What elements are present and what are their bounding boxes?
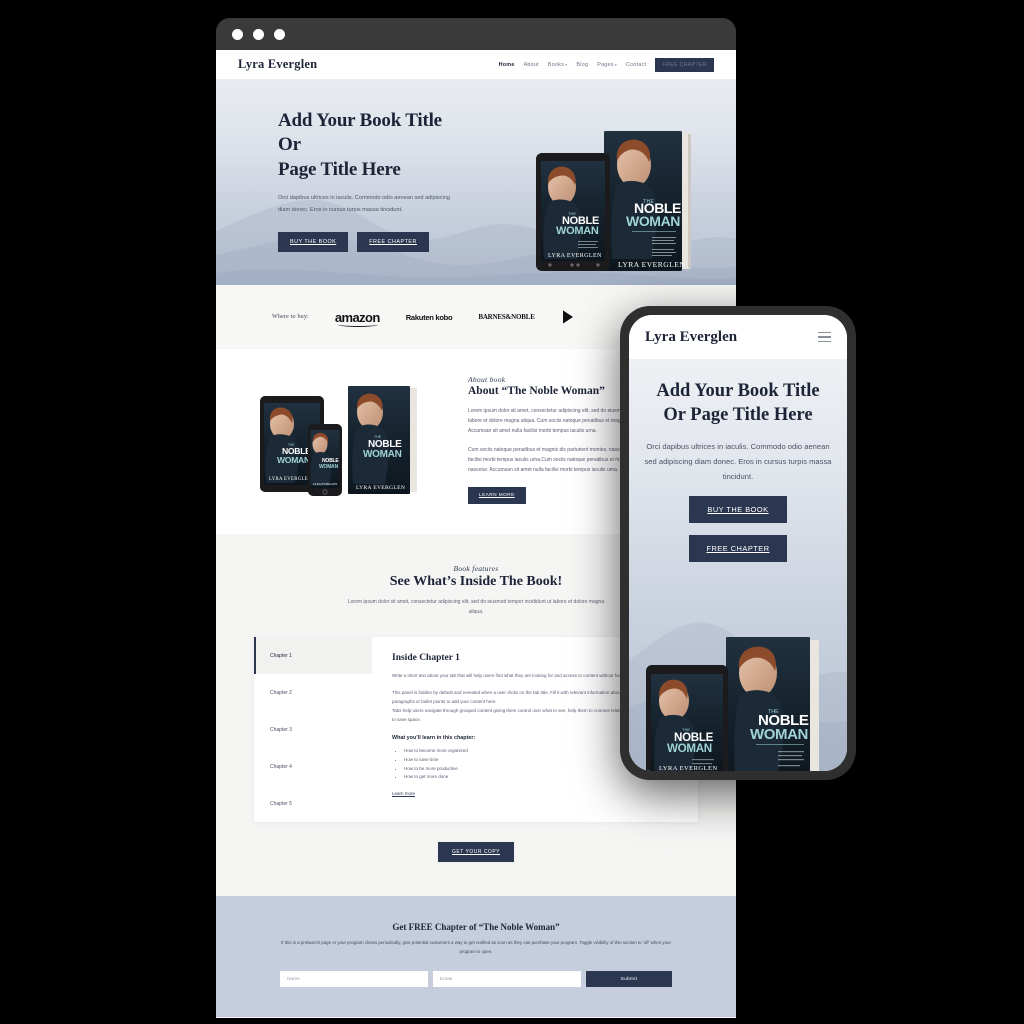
name-input[interactable]	[280, 971, 428, 988]
features-subtitle: Lorem ipsum dolor sit amet, consectetur …	[347, 599, 605, 615]
free-chapter-button[interactable]: FREE CHAPTER	[357, 232, 429, 253]
svg-text:LYRA EVERGLEN: LYRA EVERGLEN	[548, 253, 602, 259]
svg-text:LYRA EVERGLEN: LYRA EVERGLEN	[356, 485, 405, 491]
chapter-tab-1[interactable]: Chapter 1	[254, 637, 372, 674]
submit-button[interactable]: Submit	[586, 971, 672, 988]
testimonials-section: Testimonials What Readers Say	[216, 1017, 736, 1018]
rakuten-kobo-logo[interactable]: Rakuten kobo	[406, 313, 453, 322]
svg-text:LYRA EVERGLEN: LYRA EVERGLEN	[659, 765, 718, 771]
amazon-logo[interactable]: amazon	[335, 310, 380, 327]
chapter-tab-5[interactable]: Chapter 5	[254, 785, 372, 822]
free-chapter-signup-section: Get FREE Chapter of “The Noble Woman” If…	[216, 896, 736, 1018]
nav-item-books[interactable]: Books▾	[548, 62, 568, 68]
chevron-down-icon: ▾	[565, 61, 568, 67]
signup-paragraph: If this is a prelaunch page or your prog…	[281, 940, 671, 954]
hero-title: Add Your Book Title Or Page Title Here	[278, 110, 442, 180]
signup-form: Submit	[280, 971, 672, 988]
where-to-buy-label: Where to buy:	[272, 314, 309, 320]
window-minimize-dot[interactable]	[253, 28, 264, 40]
mobile-buy-the-book-button[interactable]: BUY THE BOOK	[689, 496, 787, 524]
nav-item-blog[interactable]: Blog	[576, 62, 588, 68]
mobile-viewport: Lyra Everglen Add Your Book Title Or Page…	[629, 315, 847, 771]
mobile-phone-mockup: Lyra Everglen Add Your Book Title Or Page…	[620, 306, 856, 780]
google-play-logo[interactable]	[561, 309, 577, 325]
barnes-noble-logo[interactable]: BARNES&NOBLE	[478, 313, 535, 321]
nav-item-home[interactable]: Home	[499, 62, 515, 68]
hero-subtitle: Orci dapibus ultrices in iaculis. Commod…	[278, 194, 450, 213]
about-book-mockup-image: THE NOBLE WOMAN LYRA EVERGLEN THE NOBLE …	[260, 385, 417, 496]
mobile-hero-content: Add Your Book Title Or Page Title Here Or…	[629, 359, 847, 563]
svg-text:LYRA EVERGLEN: LYRA EVERGLEN	[618, 260, 685, 269]
svg-text:WOMAN: WOMAN	[363, 449, 402, 460]
nav-item-about[interactable]: About	[524, 62, 539, 68]
chapter-tab-3[interactable]: Chapter 3	[254, 711, 372, 748]
hero-book-mockup-image: THE NOBLE WOMAN LYRA EVERGLEN THE NOBLE …	[536, 131, 691, 271]
window-close-dot[interactable]	[232, 28, 243, 40]
chapter-tab-2[interactable]: Chapter 2	[254, 674, 372, 711]
nav-item-pages[interactable]: Pages▾	[597, 62, 617, 68]
email-input[interactable]	[433, 971, 581, 988]
get-your-copy-button[interactable]: GET YOUR COPY	[438, 842, 514, 862]
svg-text:WOMAN: WOMAN	[626, 213, 680, 229]
buy-the-book-button[interactable]: BUY THE BOOK	[278, 232, 349, 253]
mobile-brand-logo[interactable]: Lyra Everglen	[645, 329, 737, 346]
browser-title-bar	[216, 18, 736, 50]
nav-free-chapter-button[interactable]: FREE CHAPTER	[655, 57, 714, 72]
svg-text:WOMAN: WOMAN	[319, 464, 339, 470]
mobile-hero-subtitle: Orci dapibus ultrices in iaculis. Commod…	[644, 441, 832, 482]
learn-more-button[interactable]: LEARN MORE	[468, 487, 526, 504]
chapter-tab-list: Chapter 1 Chapter 2 Chapter 3 Chapter 4 …	[254, 637, 372, 822]
hero-section: Add Your Book Title Or Page Title Here Or…	[216, 79, 736, 285]
signup-heading: Get FREE Chapter of “The Noble Woman”	[392, 922, 560, 932]
hero-button-group: BUY THE BOOK FREE CHAPTER	[278, 232, 466, 253]
site-brand-logo[interactable]: Lyra Everglen	[238, 57, 317, 72]
panel-learn-more-link[interactable]: Learn more	[392, 791, 415, 796]
mobile-free-chapter-button[interactable]: FREE CHAPTER	[689, 535, 787, 563]
svg-text:WOMAN: WOMAN	[556, 225, 599, 237]
about-book-images: THE NOBLE WOMAN LYRA EVERGLEN THE NOBLE …	[216, 380, 468, 500]
svg-text:LYRA EVERGLEN: LYRA EVERGLEN	[313, 482, 338, 486]
chapter-tab-4[interactable]: Chapter 4	[254, 748, 372, 785]
nav-item-contact[interactable]: Contact	[626, 62, 646, 68]
chevron-down-icon: ▾	[614, 61, 618, 67]
site-header: Lyra Everglen Home About Books▾ Blog Pag…	[216, 50, 736, 79]
mobile-header: Lyra Everglen	[629, 315, 847, 359]
screenshot-stage: Lyra Everglen Home About Books▾ Blog Pag…	[0, 0, 1024, 1024]
svg-text:WOMAN: WOMAN	[667, 742, 712, 755]
window-maximize-dot[interactable]	[274, 28, 285, 40]
mobile-hero-book-mockup-image: THE NOBLE WOMAN LYRA EVERGLEN THE NOBLE …	[646, 637, 819, 771]
svg-text:LYRA EVERGLEN: LYRA EVERGLEN	[269, 477, 312, 482]
hero-content: Add Your Book Title Or Page Title Here Or…	[216, 79, 466, 253]
svg-text:WOMAN: WOMAN	[277, 455, 310, 465]
svg-text:WOMAN: WOMAN	[750, 726, 808, 743]
hamburger-menu-icon[interactable]	[818, 331, 831, 343]
get-your-copy-row: GET YOUR COPY	[216, 840, 736, 862]
mobile-hero-section: Add Your Book Title Or Page Title Here Or…	[629, 359, 847, 771]
main-navigation: Home About Books▾ Blog Pages▾ Contact FR…	[499, 57, 714, 72]
mobile-hero-title: Add Your Book Title Or Page Title Here	[656, 381, 820, 426]
